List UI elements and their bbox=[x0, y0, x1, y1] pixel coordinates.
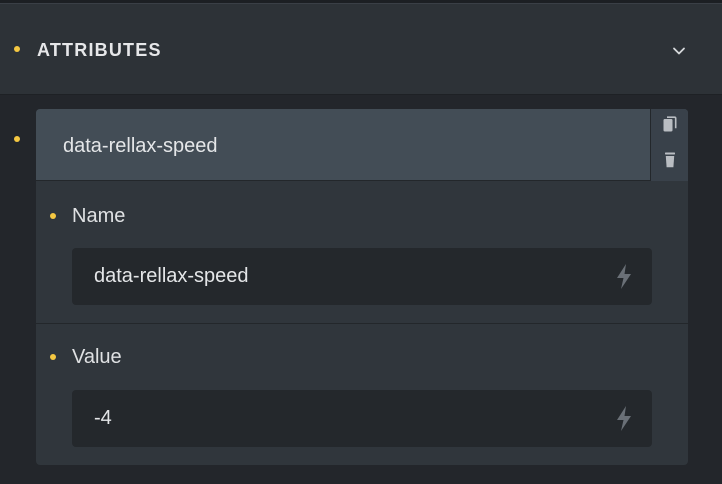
name-input-value: data-rellax-speed bbox=[94, 265, 249, 287]
name-field-label: Name bbox=[72, 205, 126, 227]
attribute-card-actions bbox=[650, 109, 688, 181]
bolt-icon[interactable] bbox=[615, 405, 633, 432]
chevron-down-icon[interactable] bbox=[670, 42, 688, 60]
field-divider bbox=[36, 323, 688, 324]
section-status-dot bbox=[14, 46, 20, 52]
attribute-card-title: data-rellax-speed bbox=[63, 135, 218, 157]
name-input[interactable]: data-rellax-speed bbox=[72, 248, 652, 305]
attribute-card-header[interactable]: data-rellax-speed bbox=[36, 109, 688, 181]
attribute-card: data-rellax-speed Name data-rellax-speed… bbox=[36, 109, 688, 465]
value-field-dot bbox=[50, 354, 56, 360]
trash-icon[interactable] bbox=[662, 151, 678, 169]
attributes-section-header[interactable]: ATTRIBUTES bbox=[0, 4, 722, 95]
section-title: ATTRIBUTES bbox=[37, 40, 162, 60]
copy-icon[interactable] bbox=[662, 115, 678, 133]
value-input-value: -4 bbox=[94, 407, 112, 429]
value-input[interactable]: -4 bbox=[72, 390, 652, 447]
bolt-icon[interactable] bbox=[615, 263, 633, 290]
name-field-dot bbox=[50, 213, 56, 219]
value-field-label: Value bbox=[72, 346, 122, 368]
attribute-item-dot bbox=[14, 136, 20, 142]
